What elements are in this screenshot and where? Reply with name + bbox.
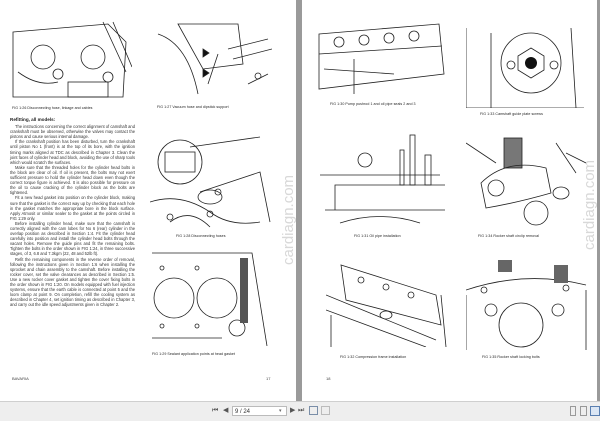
figure-caption: FIG 1:34 Rocker shaft circlip removal [478, 234, 539, 238]
paragraph: Make sure that the threaded holes for th… [10, 164, 135, 196]
copy-page-icon[interactable] [309, 406, 318, 415]
page-18: FIG 1:30 Pump pushrod 1 and oil pipe sea… [302, 0, 597, 401]
paragraph: Before installing cylinder head, make su… [10, 220, 135, 257]
two-page-view-icon[interactable] [590, 406, 600, 416]
section-heading: Refitting, all models: [10, 117, 56, 122]
figure-caption: FIG 1:32 Compression frame installation [340, 355, 407, 359]
page-17: FIG 1:26 Disconnecting hose, linkage and… [0, 0, 296, 401]
paragraph: Refit the remaining components in the re… [10, 256, 135, 308]
continuous-view-icon[interactable] [580, 406, 587, 416]
page-number: 18 [326, 376, 331, 381]
figure-caption: FIG 1:35 Rocker shaft locking bolts [482, 355, 540, 359]
figure-caption: FIG 1:27 Vacuum hose and dipstick suppor… [157, 105, 229, 109]
paragraph: The instructions concerning the correct … [10, 124, 135, 140]
single-page-view-icon[interactable] [570, 406, 576, 416]
figure-caption: FIG 1:31 Oil pipe installation [354, 234, 401, 238]
body-text-column: Refitting, all models: The instructions … [10, 117, 135, 307]
first-page-button[interactable]: ⏮ [212, 407, 218, 415]
figure-1-27-illustration [148, 14, 272, 98]
page-number: 17 [266, 376, 271, 381]
figure-1-31-illustration [320, 125, 448, 225]
figure-1-28-illustration [150, 132, 272, 230]
pdf-toolbar: ⏮ ◀ 9 / 24 ▾ ▶ ⏭ [0, 401, 600, 421]
figure-caption: FIG 1:33 Camshaft guide plate screws [480, 112, 543, 116]
last-page-button[interactable]: ⏭ [298, 407, 304, 415]
watermark: cardiagn.com [581, 159, 597, 250]
figure-1-33-illustration [466, 18, 584, 108]
figure-1-34-illustration [466, 133, 586, 227]
figure-1-35-illustration [466, 260, 588, 350]
figure-1-30-illustration [314, 14, 446, 96]
watermark: cardiagn.com [280, 174, 296, 265]
page-dropdown-chevron-icon[interactable]: ▾ [279, 406, 282, 416]
next-page-button[interactable]: ▶ [290, 407, 295, 415]
figure-1-26-illustration [8, 12, 132, 100]
figure-caption: FIG 1:26 Disconnecting hose, linkage and… [12, 106, 93, 110]
figure-1-29-illustration [152, 248, 272, 346]
footer-title: BAVARIA [12, 376, 29, 381]
paste-page-icon[interactable] [321, 406, 330, 415]
figure-caption: FIG 1:30 Pump pushrod 1 and oil pipe sea… [330, 102, 416, 106]
figure-caption: FIG 1:28 Disconnecting hoses [176, 234, 226, 238]
figure-caption: FIG 1:29 Sealant application points at h… [152, 352, 236, 356]
paragraph: Fit a new head gasket into position on t… [10, 195, 135, 221]
figure-1-32-illustration [326, 255, 450, 347]
previous-page-button[interactable]: ◀ [223, 407, 228, 415]
paragraph: If the crankshaft position has been dist… [10, 139, 135, 165]
